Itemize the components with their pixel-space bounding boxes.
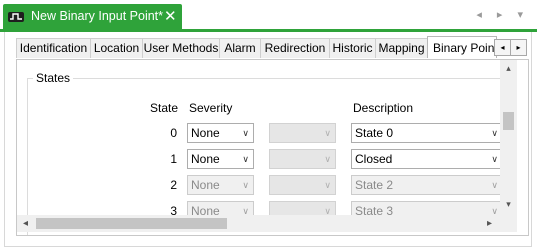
severity-value: None bbox=[191, 178, 220, 192]
description-select[interactable]: Closed ∨ bbox=[351, 149, 503, 169]
description-value: State 2 bbox=[355, 178, 394, 192]
secondary-select: ∨ bbox=[269, 123, 336, 143]
close-icon[interactable]: ✕ bbox=[164, 7, 177, 25]
secondary-select: ∨ bbox=[269, 149, 336, 169]
severity-select[interactable]: None ∨ bbox=[187, 123, 254, 143]
chevron-down-icon: ∨ bbox=[491, 180, 498, 190]
state-column-header: State bbox=[150, 101, 179, 115]
horizontal-scrollbar[interactable]: ◂ ▸ bbox=[17, 215, 500, 232]
scroll-down-icon[interactable]: ▾ bbox=[500, 196, 517, 213]
chevron-down-icon: ∨ bbox=[242, 128, 249, 138]
tab-scroll-right-button[interactable]: ▸ bbox=[510, 39, 527, 56]
tab-identification[interactable]: Identification bbox=[16, 38, 91, 58]
group-border-left bbox=[27, 78, 28, 235]
chevron-down-icon: ∨ bbox=[491, 154, 498, 164]
tab-user-methods[interactable]: User Methods bbox=[142, 38, 220, 58]
tab-mapping[interactable]: Mapping bbox=[375, 38, 428, 58]
group-border-top bbox=[27, 78, 503, 79]
scroll-up-icon[interactable]: ▴ bbox=[500, 60, 517, 77]
editor-tab-title: New Binary Input Point* bbox=[31, 9, 164, 23]
description-select: State 2 ∨ bbox=[351, 175, 503, 195]
chevron-down-icon: ∨ bbox=[491, 128, 498, 138]
severity-value: None bbox=[191, 152, 220, 166]
tab-scroll-left-button[interactable]: ◂ bbox=[494, 39, 511, 56]
severity-select: None ∨ bbox=[187, 175, 254, 195]
vertical-scroll-thumb[interactable] bbox=[503, 112, 514, 130]
tab-location[interactable]: Location bbox=[90, 38, 143, 58]
description-value: State 0 bbox=[355, 126, 394, 140]
editor-tab-new-binary-input-point[interactable]: New Binary Input Point* ✕ bbox=[3, 4, 182, 29]
horizontal-scroll-thumb[interactable] bbox=[36, 218, 227, 229]
scroll-right-icon[interactable]: ▸ bbox=[481, 215, 498, 232]
vertical-scrollbar[interactable]: ▴ ▾ bbox=[500, 60, 517, 215]
description-value: Closed bbox=[355, 152, 393, 166]
chevron-down-icon: ∨ bbox=[242, 154, 249, 164]
chevron-down-icon: ∨ bbox=[324, 154, 331, 164]
editor-titlebar: New Binary Input Point* ✕ ◂ ▸ ▾ bbox=[0, 0, 537, 31]
property-tabstrip: Identification Location User Methods Ala… bbox=[16, 36, 528, 59]
description-column-header: Description bbox=[353, 101, 414, 115]
severity-select[interactable]: None ∨ bbox=[187, 149, 254, 169]
state-number: 0 bbox=[170, 126, 177, 140]
description-select[interactable]: State 0 ∨ bbox=[351, 123, 503, 143]
tab-navigation-arrows[interactable]: ◂ ▸ ▾ bbox=[476, 8, 529, 21]
tab-alarm[interactable]: Alarm bbox=[219, 38, 261, 58]
tab-historic[interactable]: Historic bbox=[329, 38, 376, 58]
states-group-title: States bbox=[33, 71, 74, 85]
chevron-down-icon: ∨ bbox=[242, 180, 249, 190]
secondary-select: ∨ bbox=[269, 175, 336, 195]
scroll-left-icon[interactable]: ◂ bbox=[17, 215, 34, 232]
chevron-down-icon: ∨ bbox=[324, 180, 331, 190]
scrollbar-corner bbox=[500, 215, 517, 232]
tab-redirection[interactable]: Redirection bbox=[260, 38, 330, 58]
binary-point-page: States State Severity Description 0 None… bbox=[16, 59, 529, 236]
state-number: 2 bbox=[170, 178, 177, 192]
tab-binary-point[interactable]: Binary Point bbox=[427, 36, 497, 58]
chevron-down-icon: ∨ bbox=[324, 128, 331, 138]
binary-input-icon bbox=[8, 12, 24, 22]
severity-value: None bbox=[191, 126, 220, 140]
severity-column-header: Severity bbox=[189, 101, 233, 115]
state-number: 1 bbox=[170, 152, 177, 166]
